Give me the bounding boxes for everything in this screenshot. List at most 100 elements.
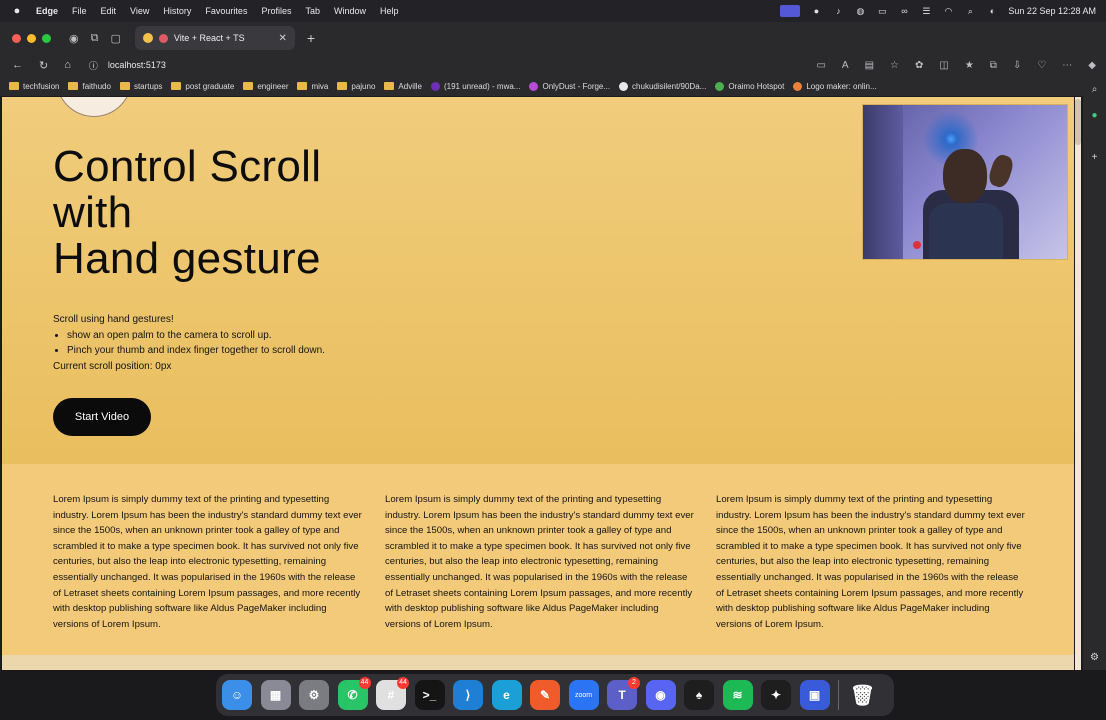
simulator-icon[interactable]: ▣: [799, 680, 830, 710]
collections-icon[interactable]: ⧉: [990, 60, 997, 71]
add-sidebar-app-icon[interactable]: +: [1089, 152, 1100, 163]
menu-history[interactable]: History: [163, 6, 191, 16]
postman-icon[interactable]: ✎: [530, 680, 560, 710]
favourites-icon[interactable]: ★: [965, 60, 974, 71]
spotify-icon[interactable]: ≋: [722, 680, 753, 710]
cast-icon[interactable]: ▭: [816, 60, 825, 71]
tab-active[interactable]: Vite + React + TS ✕: [134, 26, 295, 50]
bookmark-folder[interactable]: engineer: [243, 82, 288, 91]
scroll-position-readout: Current scroll position: 0px: [53, 360, 172, 372]
finder-icon[interactable]: ☺: [222, 680, 252, 710]
search-sidebar-icon[interactable]: ⌕: [1089, 84, 1100, 95]
folder-icon: [171, 82, 182, 90]
bookmark-site[interactable]: chukudisilent/90Da...: [619, 81, 706, 91]
url-text[interactable]: localhost:5173: [108, 60, 166, 70]
dock-separator: [838, 680, 839, 710]
extensions-icon[interactable]: ✿: [915, 60, 923, 71]
dock-glyph: ▣: [808, 688, 821, 702]
menu-edit[interactable]: Edit: [101, 6, 117, 16]
edge-icon[interactable]: e: [491, 680, 522, 710]
minimize-window-button[interactable]: [27, 33, 36, 43]
control-center-icon[interactable]: ☰: [920, 6, 932, 16]
folder-icon: [337, 82, 348, 90]
home-icon[interactable]: ⌂: [64, 59, 71, 72]
app-available-icon[interactable]: ▤: [865, 60, 874, 71]
vpn-icon[interactable]: ◍: [854, 6, 866, 16]
dock-glyph: zoom: [574, 691, 593, 699]
profile-icon[interactable]: ◉: [69, 32, 79, 45]
new-tab-icon[interactable]: +: [307, 30, 315, 46]
system-settings-icon[interactable]: ⚙: [299, 680, 329, 710]
search-icon[interactable]: ⌕: [964, 6, 976, 16]
bookmark-site[interactable]: OnlyDust - Forge...: [529, 81, 610, 91]
bookmark-site[interactable]: Logo maker: onlin...: [793, 81, 877, 91]
bookmark-folder[interactable]: pajuno: [337, 82, 375, 91]
copilot-sidebar-icon[interactable]: ●: [1089, 110, 1100, 121]
menu-help[interactable]: Help: [380, 6, 399, 16]
oraimo-icon: [715, 81, 725, 91]
bookmark-folder[interactable]: Adville: [384, 82, 422, 91]
siri-icon[interactable]: ◐: [986, 6, 998, 16]
scrollbar-thumb[interactable]: [1075, 99, 1081, 145]
apple-icon[interactable]: ●: [10, 5, 24, 17]
close-tab-icon[interactable]: ✕: [278, 33, 286, 44]
bookmark-folder[interactable]: techfusion: [9, 82, 59, 91]
mongodb-icon[interactable]: ♠: [684, 680, 714, 710]
reload-icon[interactable]: ↻: [39, 59, 48, 72]
link-icon[interactable]: ∞: [898, 6, 910, 16]
menu-tab[interactable]: Tab: [305, 6, 320, 16]
menu-favourites[interactable]: Favourites: [205, 6, 247, 16]
music-icon[interactable]: ♪: [832, 6, 844, 16]
wifi-icon[interactable]: ◠: [942, 6, 954, 16]
menu-profiles[interactable]: Profiles: [261, 6, 291, 16]
discord-icon[interactable]: ◉: [645, 680, 676, 710]
copilot-icon[interactable]: ◆: [1088, 60, 1096, 71]
menu-app-name[interactable]: Edge: [36, 6, 58, 16]
folder-icon: [9, 82, 19, 90]
bookmark-site[interactable]: Oraimo Hotspot: [715, 81, 784, 91]
dock-glyph: ✦: [770, 688, 782, 702]
menu-file[interactable]: File: [72, 6, 87, 16]
tab-actions-icon[interactable]: ▢: [110, 32, 120, 45]
figma-icon[interactable]: ✦: [761, 680, 791, 710]
workspaces-icon[interactable]: ⧉: [91, 32, 99, 45]
fullscreen-window-button[interactable]: [42, 33, 51, 43]
teams-icon[interactable]: T2: [607, 677, 640, 710]
vscode-icon[interactable]: ⟩: [453, 680, 483, 710]
screen-record-icon[interactable]: [780, 5, 801, 17]
read-aloud-icon[interactable]: A: [842, 60, 849, 71]
battery-icon[interactable]: ▭: [876, 6, 888, 16]
terminal-icon[interactable]: >_: [414, 680, 445, 710]
bookmark-folder[interactable]: post graduate: [171, 82, 234, 91]
whatsapp-icon[interactable]: ✆ 44: [337, 677, 371, 710]
bookmark-folder[interactable]: faithudo: [68, 82, 111, 91]
address-bar[interactable]: ⓘ localhost:5173: [89, 56, 166, 74]
menubar-clock[interactable]: Sun 22 Sep 12:28 AM: [1008, 6, 1096, 16]
trash-icon[interactable]: 🗑: [848, 680, 878, 710]
dock-glyph: ≋: [732, 688, 743, 702]
dock-glyph: #: [387, 688, 395, 702]
downloads-icon[interactable]: ⇩: [1013, 60, 1021, 71]
bookmark-folder[interactable]: miva: [297, 82, 328, 91]
info-icon[interactable]: ⓘ: [89, 59, 98, 72]
notification-badge: 44: [397, 677, 409, 689]
page-viewport[interactable]: Control Scroll with Hand gesture Scroll …: [2, 97, 1074, 670]
favourite-star-icon[interactable]: ☆: [890, 60, 899, 71]
page-scrollbar[interactable]: [1075, 97, 1081, 670]
more-icon[interactable]: ⋯: [1062, 60, 1072, 71]
bookmark-site[interactable]: (191 unread) - mwa...: [430, 81, 520, 91]
split-screen-icon[interactable]: ◫: [939, 60, 948, 71]
back-icon[interactable]: ←: [12, 59, 23, 72]
bookmark-folder[interactable]: startups: [119, 82, 162, 91]
sidebar-settings-icon[interactable]: ⚙: [1089, 652, 1100, 663]
record-icon[interactable]: ●: [810, 6, 822, 16]
launchpad-icon[interactable]: ▦: [260, 680, 291, 710]
dock-area: ☺ ▦ ⚙ ✆ 44 #44 >_ ⟩ e ✎ zoom T 2 ◉ ♠ ≋ ✦ ▣ 🗑: [0, 670, 1106, 720]
browser-essentials-icon[interactable]: ♡: [1037, 60, 1046, 71]
slack-icon[interactable]: #44: [376, 677, 409, 710]
zoom-icon[interactable]: zoom: [568, 680, 599, 710]
menu-window[interactable]: Window: [334, 6, 366, 16]
menu-view[interactable]: View: [130, 6, 149, 16]
close-window-button[interactable]: [12, 33, 21, 43]
start-video-button[interactable]: Start Video: [53, 398, 151, 436]
